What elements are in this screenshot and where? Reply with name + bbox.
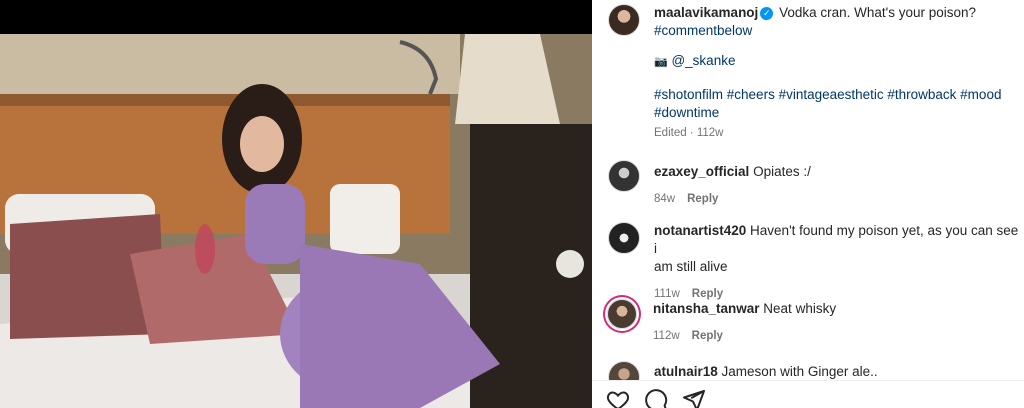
comment-text-continued: am still alive <box>654 259 728 274</box>
share-icon[interactable] <box>682 388 706 408</box>
caption-hashtag[interactable]: #commentbelow <box>654 22 976 40</box>
post-photo[interactable] <box>0 34 592 408</box>
author-avatar[interactable] <box>608 4 640 36</box>
comment-username[interactable]: atulnair18 <box>654 364 718 379</box>
camera-emoji: 📷 <box>654 56 668 68</box>
caption-text: Vodka cran. What's your poison? <box>779 5 977 20</box>
comment-age: 84w <box>654 193 676 205</box>
comment-text: Opiates :/ <box>753 164 811 179</box>
comment-item: notanartist420 Haven't found my poison y… <box>608 222 1024 302</box>
heart-icon[interactable] <box>606 388 630 408</box>
verified-badge-icon: ✓ <box>760 7 774 20</box>
caption-row: maalavikamanoj ✓ Vodka cran. What's your … <box>608 4 976 40</box>
reply-button[interactable]: Reply <box>692 330 723 342</box>
caption-hashtags: #shotonfilm #cheers #vintageaesthetic #t… <box>654 86 1014 122</box>
comment-username[interactable]: notanartist420 <box>654 223 746 238</box>
hashtags-line-1[interactable]: #shotonfilm #cheers #vintageaesthetic #t… <box>654 86 1014 104</box>
comment-age: 112w <box>653 330 680 342</box>
author-username[interactable]: maalavikamanoj <box>654 5 758 20</box>
commenter-avatar-story[interactable] <box>607 299 637 329</box>
mention-link[interactable]: @_skanke <box>671 53 735 68</box>
photo-illustration <box>0 34 592 408</box>
comment-item: nitansha_tanwar Neat whisky 112w Reply <box>606 298 836 344</box>
comment-item: ezaxey_official Opiates :/ 84w Reply <box>608 160 811 207</box>
commenter-avatar[interactable] <box>608 222 640 254</box>
comment-icon[interactable] <box>644 388 668 408</box>
post-viewer: maalavikamanoj ✓ Vodka cran. What's your … <box>0 0 1024 408</box>
comment-text: Jameson with Ginger ale.. <box>721 364 878 379</box>
post-media[interactable] <box>0 0 592 408</box>
comment-username[interactable]: ezaxey_official <box>654 164 749 179</box>
action-icons <box>606 388 706 408</box>
commenter-avatar[interactable] <box>608 160 640 192</box>
reply-button[interactable]: Reply <box>687 193 718 205</box>
hashtags-line-2[interactable]: #downtime <box>654 104 1014 122</box>
edited-timestamp: Edited · 112w <box>654 127 724 139</box>
comment-username[interactable]: nitansha_tanwar <box>653 301 760 316</box>
comment-text: Neat whisky <box>763 301 837 316</box>
mention-line: 📷 @_skanke <box>654 52 735 71</box>
